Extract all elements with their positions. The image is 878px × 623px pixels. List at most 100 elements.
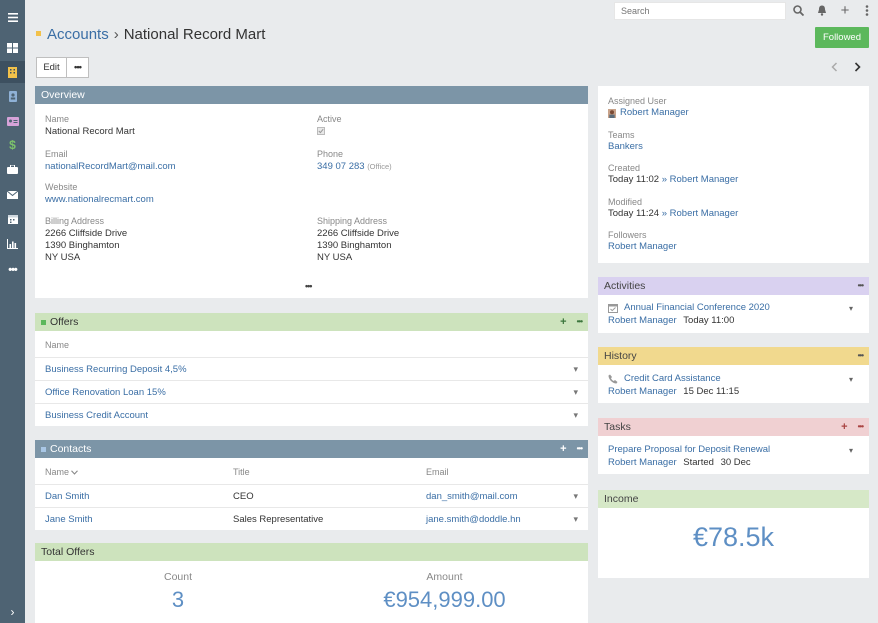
quick-create-plus-icon[interactable]: +: [837, 2, 853, 19]
task-title-link[interactable]: Prepare Proposal for Deposit Renewal: [608, 444, 770, 455]
active-label: Active: [317, 114, 342, 124]
income-title: Income: [604, 493, 639, 505]
offers-menu-icon[interactable]: •••: [577, 318, 583, 326]
activity-item: Annual Financial Conference 2020 Robert …: [608, 302, 861, 326]
dashboard-icon[interactable]: [0, 37, 25, 59]
offer-row[interactable]: Business Credit Account ▾: [35, 403, 588, 426]
avatar: [608, 108, 616, 118]
website-link[interactable]: www.nationalrecmart.com: [45, 194, 154, 206]
row-dropdown-icon[interactable]: ▾: [573, 410, 578, 421]
count-label: Count: [163, 571, 193, 583]
row-dropdown-icon[interactable]: ▾: [573, 387, 578, 398]
total-offers-panel: Total Offers Count 3 Amount €954,999.00: [35, 543, 588, 623]
contacts-title: Contacts: [50, 443, 92, 455]
phone-link[interactable]: 349 07 283: [317, 161, 365, 172]
contact-email-link[interactable]: jane.smith@doddle.hn: [426, 514, 521, 525]
menu-vertical-dots-icon[interactable]: [859, 2, 875, 18]
teams-link[interactable]: Bankers: [608, 141, 643, 153]
contact-name-link[interactable]: Dan Smith: [45, 491, 89, 502]
assigned-user-link[interactable]: Robert Manager: [620, 107, 689, 119]
email-envelope-icon[interactable]: [0, 184, 25, 206]
offer-link[interactable]: Office Renovation Loan 15%: [45, 387, 166, 398]
row-dropdown-icon[interactable]: ▾: [573, 514, 578, 525]
offer-link[interactable]: Business Recurring Deposit 4,5%: [45, 364, 187, 375]
search-icon[interactable]: [790, 2, 806, 18]
reports-chart-icon[interactable]: [0, 233, 25, 255]
task-dropdown-icon[interactable]: ▾: [849, 446, 853, 455]
sidebar: $ ••• ›: [0, 0, 25, 623]
tasks-title: Tasks: [604, 421, 631, 433]
followers-link[interactable]: Robert Manager: [608, 241, 677, 253]
contacts-column-name-label: Name: [45, 467, 70, 477]
task-item: Prepare Proposal for Deposit Renewal Rob…: [608, 444, 861, 468]
notifications-bell-icon[interactable]: [814, 2, 830, 18]
contacts-card-icon[interactable]: [0, 85, 25, 107]
contacts-menu-icon[interactable]: •••: [577, 445, 583, 453]
more-dots-icon[interactable]: •••: [0, 259, 25, 281]
offer-link[interactable]: Business Credit Account: [45, 410, 148, 421]
tasks-add-icon[interactable]: +: [841, 421, 847, 433]
previous-record-icon[interactable]: [827, 60, 841, 74]
email-link[interactable]: nationalRecordMart@mail.com: [45, 161, 176, 173]
calendar-check-icon: [608, 303, 618, 313]
history-menu-icon[interactable]: •••: [858, 352, 864, 360]
history-title: History: [604, 350, 637, 362]
activity-time: Today 11:00: [683, 315, 735, 326]
expand-chevron-icon[interactable]: ›: [0, 601, 25, 623]
email-label: Email: [45, 149, 68, 159]
contacts-panel: Contacts + ••• Name Title Email Dan Smit…: [35, 440, 588, 530]
contacts-column-name[interactable]: Name: [45, 467, 78, 477]
task-user-link[interactable]: Robert Manager: [608, 457, 677, 468]
calendar-icon[interactable]: [0, 208, 25, 230]
followed-button[interactable]: Followed: [815, 27, 869, 48]
history-user-link[interactable]: Robert Manager: [608, 386, 677, 397]
offer-row[interactable]: Business Recurring Deposit 4,5% ▾: [35, 357, 588, 380]
offer-row[interactable]: Office Renovation Loan 15% ▾: [35, 380, 588, 403]
activity-dropdown-icon[interactable]: ▾: [849, 304, 853, 313]
breadcrumb-accounts-link[interactable]: Accounts: [47, 26, 109, 43]
amount-value: €954,999.00: [383, 587, 506, 612]
phone-label: Phone: [317, 149, 344, 159]
contact-name-link[interactable]: Jane Smith: [45, 514, 93, 525]
name-label: Name: [45, 114, 70, 124]
contact-email-link[interactable]: dan_smith@mail.com: [426, 491, 517, 502]
history-title-link[interactable]: Credit Card Assistance: [624, 373, 721, 384]
shipping-line-2: 1390 Binghamton: [317, 240, 392, 251]
more-actions-button[interactable]: •••: [66, 57, 89, 78]
contacts-column-title: Title: [233, 467, 250, 477]
modified-by-link[interactable]: Robert Manager: [670, 208, 739, 219]
activity-user-link[interactable]: Robert Manager: [608, 315, 677, 326]
edit-button[interactable]: Edit: [36, 57, 67, 78]
assigned-user-label: Assigned User: [608, 96, 667, 106]
contact-row[interactable]: Dan Smith CEO dan_smith@mail.com ▾: [35, 484, 588, 507]
overview-panel: Overview Name National Record Mart Activ…: [35, 86, 588, 298]
leads-card-icon[interactable]: [0, 110, 25, 132]
contacts-add-icon[interactable]: +: [560, 443, 566, 455]
activity-title-link[interactable]: Annual Financial Conference 2020: [624, 302, 770, 313]
income-value: €78.5k: [692, 522, 775, 552]
income-panel: Income €78.5k: [598, 490, 869, 578]
sort-chevron-down-icon: [71, 469, 78, 475]
amount-label: Amount: [426, 571, 463, 583]
shipping-line-3: NY USA: [317, 252, 353, 263]
next-record-icon[interactable]: [850, 60, 864, 74]
search-input[interactable]: [614, 2, 786, 20]
offers-title: Offers: [50, 316, 79, 328]
menu-icon[interactable]: [0, 6, 25, 28]
tasks-menu-icon[interactable]: •••: [858, 423, 864, 431]
row-dropdown-icon[interactable]: ▾: [573, 364, 578, 375]
contacts-column-email: Email: [426, 467, 449, 477]
created-by-link[interactable]: Robert Manager: [670, 174, 739, 185]
activities-menu-icon[interactable]: •••: [858, 282, 864, 290]
show-more-button[interactable]: •••: [305, 281, 313, 291]
accounts-building-icon[interactable]: [0, 61, 25, 83]
contact-row[interactable]: Jane Smith Sales Representative jane.smi…: [35, 507, 588, 530]
row-dropdown-icon[interactable]: ▾: [573, 491, 578, 502]
history-dropdown-icon[interactable]: ▾: [849, 375, 853, 384]
offers-add-icon[interactable]: +: [560, 316, 566, 328]
tasks-header: Tasks + •••: [598, 418, 869, 436]
opportunities-dollar-icon[interactable]: $: [0, 134, 25, 156]
active-checkbox[interactable]: [317, 127, 325, 135]
cases-briefcase-icon[interactable]: [0, 158, 25, 180]
offers-color-marker: [41, 319, 46, 325]
